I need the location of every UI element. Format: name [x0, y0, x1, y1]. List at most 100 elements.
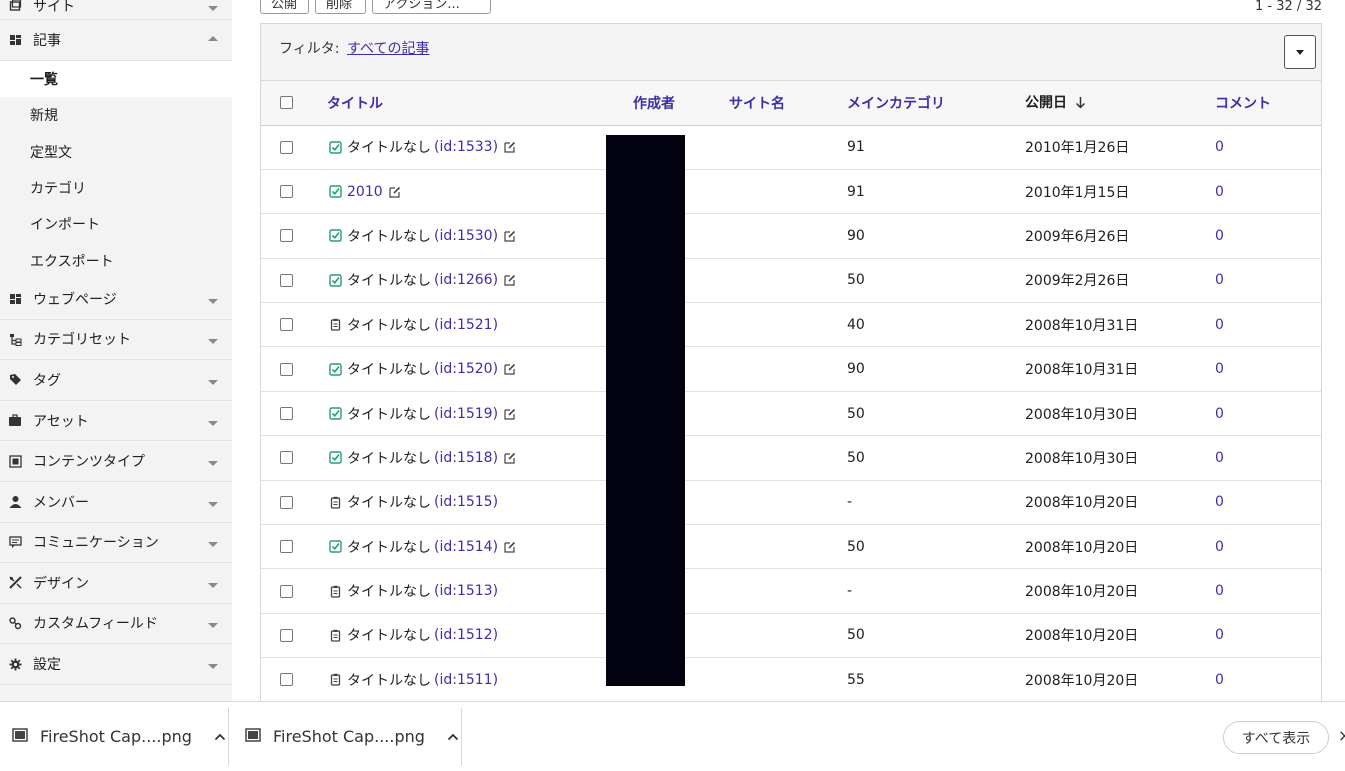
delete-button[interactable]: 削除 [315, 0, 366, 14]
row-checkbox[interactable] [280, 318, 293, 332]
sidebar-item-tag[interactable]: タグ [0, 360, 232, 401]
row-checkbox[interactable] [280, 495, 293, 509]
row-checkbox[interactable] [280, 140, 293, 154]
publish-date-cell: 2009年2月26日 [1025, 273, 1130, 290]
row-checkbox[interactable] [280, 673, 293, 687]
subnav-item-boilerplate[interactable]: 定型文 [0, 133, 232, 169]
column-header-category[interactable]: メインカテゴリ [847, 81, 1025, 125]
table-row: タイトルなし (id:1515) - 2008年10月20日 0 [261, 480, 1321, 525]
entry-title-link[interactable]: (id:1520) [434, 361, 498, 377]
column-header-comments[interactable]: コメント [1215, 81, 1321, 125]
row-checkbox[interactable] [280, 451, 293, 465]
comment-count-link[interactable]: 0 [1215, 627, 1224, 643]
entry-title-link[interactable]: (id:1512) [434, 627, 498, 643]
comment-count-link[interactable]: 0 [1215, 361, 1224, 377]
sidebar-item-settings[interactable]: 設定 [0, 644, 232, 685]
entry-title-cell: タイトルなし (id:1533) [327, 137, 633, 157]
row-checkbox[interactable] [280, 229, 293, 243]
comment-count-link[interactable]: 0 [1215, 494, 1224, 510]
image-file-icon [245, 727, 261, 746]
row-checkbox[interactable] [280, 185, 293, 199]
comment-count-link[interactable]: 0 [1215, 672, 1224, 688]
chevron-up-icon[interactable] [447, 733, 459, 741]
sidebar-item-site[interactable]: サイト [0, 0, 232, 20]
sidebar-item-asset[interactable]: アセット [0, 401, 232, 442]
entry-title-link[interactable]: (id:1521) [434, 317, 498, 333]
comment-count-link[interactable]: 0 [1215, 184, 1224, 200]
entry-title-link[interactable]: 2010 [347, 184, 383, 200]
sidebar-item-label: コミュニケーション [33, 535, 159, 552]
edit-icon[interactable] [504, 452, 516, 464]
subnav-item-new[interactable]: 新規 [0, 97, 232, 133]
row-checkbox[interactable] [280, 628, 293, 642]
comment-count-link[interactable]: 0 [1215, 272, 1224, 288]
entry-title-link[interactable]: (id:1518) [434, 450, 498, 466]
entry-title-link[interactable]: (id:1533) [434, 139, 498, 155]
entry-title-link[interactable]: (id:1515) [434, 494, 498, 510]
row-checkbox[interactable] [280, 540, 293, 554]
sidebar-item-communication[interactable]: コミュニケーション [0, 523, 232, 564]
sidebar-item-custom-field[interactable]: カスタムフィールド [0, 604, 232, 645]
column-header-title[interactable]: タイトル [327, 81, 633, 125]
entries-list-panel: フィルタ: すべての記事 タイトル 作成者 サイト名 メインカテゴリ 公開日 コ… [260, 23, 1322, 703]
edit-icon[interactable] [504, 363, 516, 375]
sidebar-item-category-set[interactable]: カテゴリセット [0, 320, 232, 361]
row-checkbox[interactable] [280, 584, 293, 598]
entry-title-link[interactable]: (id:1513) [434, 583, 498, 599]
column-header-date[interactable]: 公開日 [1025, 81, 1215, 125]
row-checkbox[interactable] [280, 362, 293, 376]
edit-icon[interactable] [504, 274, 516, 286]
edit-icon[interactable] [389, 186, 401, 198]
sidebar-item-webpage[interactable]: ウェブページ [0, 279, 232, 320]
filter-dropdown-button[interactable] [1284, 35, 1316, 69]
edit-icon[interactable] [504, 408, 516, 420]
row-checkbox[interactable] [280, 273, 293, 287]
entry-title-link[interactable]: (id:1514) [434, 539, 498, 555]
entry-title-link[interactable]: (id:1266) [434, 272, 498, 288]
comment-count-link[interactable]: 0 [1215, 317, 1224, 333]
download-item-2[interactable]: FireShot Cap....png [233, 702, 461, 771]
chevron-up-icon[interactable] [214, 733, 226, 741]
select-all-checkbox[interactable] [280, 96, 293, 110]
entry-title-cell: タイトルなし (id:1511) [327, 670, 633, 690]
subnav-item-import[interactable]: インポート [0, 206, 232, 242]
comment-count-link[interactable]: 0 [1215, 450, 1224, 466]
subnav-item-export[interactable]: エクスポート [0, 243, 232, 279]
design-icon [8, 576, 22, 590]
edit-icon[interactable] [504, 541, 516, 553]
category-cell: 50 [847, 449, 865, 466]
column-header-site[interactable]: サイト名 [729, 81, 847, 125]
entry-title-link[interactable]: (id:1530) [434, 228, 498, 244]
publish-date-cell: 2008年10月20日 [1025, 672, 1139, 689]
category-cell: 91 [847, 183, 865, 200]
image-file-icon [12, 727, 28, 746]
subnav-item-category[interactable]: カテゴリ [0, 170, 232, 206]
sidebar-item-content-type[interactable]: コンテンツタイプ [0, 441, 232, 482]
chevron-down-icon [208, 339, 218, 345]
subnav-item-list[interactable]: 一覧 [0, 60, 232, 97]
publish-button[interactable]: 公開 [260, 0, 309, 14]
row-checkbox[interactable] [280, 407, 293, 421]
sidebar-item-design[interactable]: デザイン [0, 563, 232, 604]
sidebar-item-member[interactable]: メンバー [0, 482, 232, 523]
chevron-down-icon [208, 582, 218, 588]
comment-count-link[interactable]: 0 [1215, 228, 1224, 244]
edit-icon[interactable] [504, 141, 516, 153]
entry-title-link[interactable]: (id:1511) [434, 672, 498, 688]
comment-count-link[interactable]: 0 [1215, 139, 1224, 155]
comment-count-link[interactable]: 0 [1215, 539, 1224, 555]
publish-date-cell: 2009年6月26日 [1025, 228, 1130, 245]
entry-title-link[interactable]: (id:1519) [434, 406, 498, 422]
comment-count-link[interactable]: 0 [1215, 583, 1224, 599]
column-header-author[interactable]: 作成者 [633, 81, 729, 125]
communication-icon [8, 535, 22, 549]
download-item-1[interactable]: FireShot Cap....png [0, 702, 228, 771]
comment-count-link[interactable]: 0 [1215, 406, 1224, 422]
edit-icon[interactable] [504, 230, 516, 242]
actions-dropdown[interactable]: アクション... [372, 0, 491, 14]
settings-icon [8, 657, 22, 671]
filter-select-link[interactable]: すべての記事 [347, 38, 429, 58]
show-all-downloads-button[interactable]: すべて表示 [1223, 721, 1329, 754]
sidebar-item-entries[interactable]: 記事 [0, 20, 232, 61]
close-icon[interactable]: × [1338, 726, 1345, 745]
